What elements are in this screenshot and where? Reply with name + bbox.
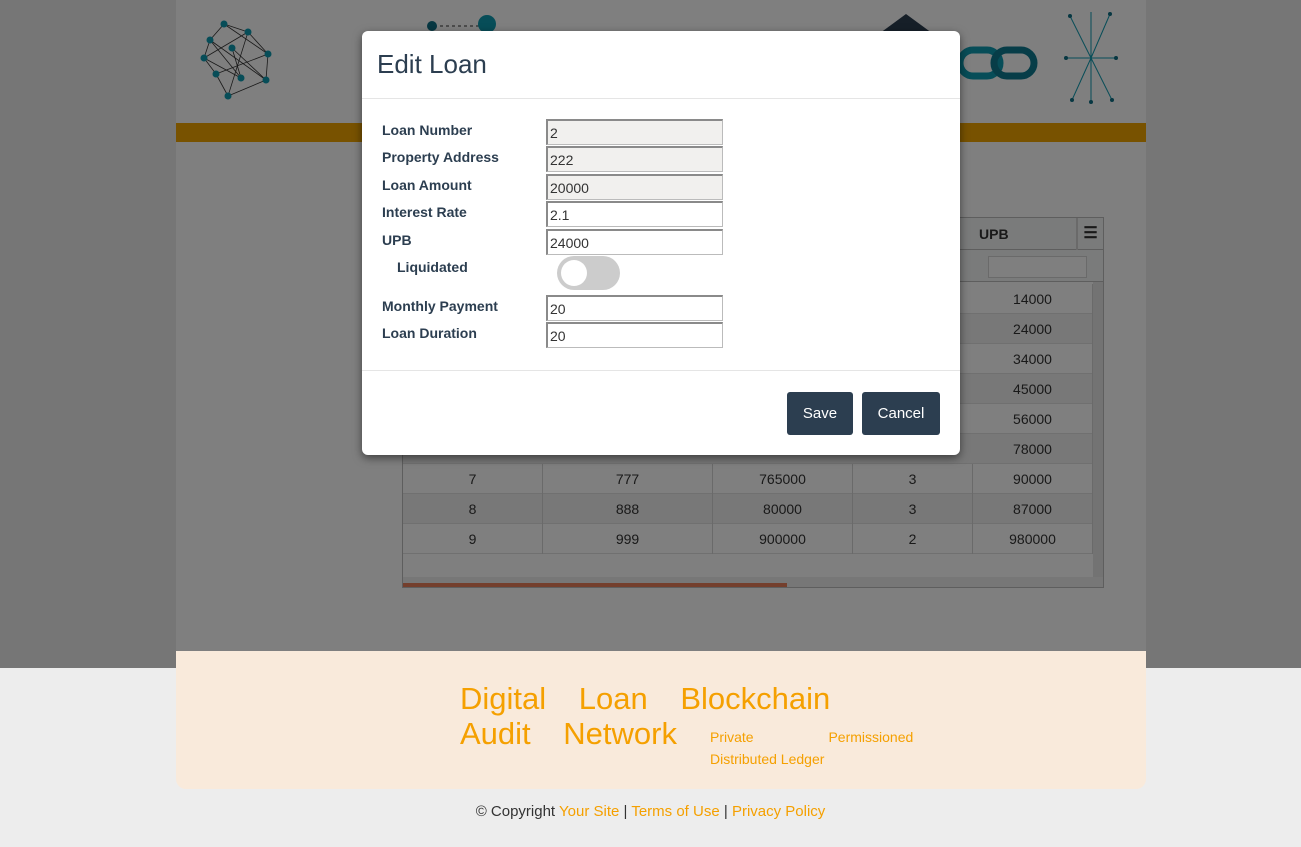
loan-number-field[interactable]: [546, 119, 723, 145]
save-button[interactable]: Save: [787, 392, 853, 435]
privacy-policy-link[interactable]: Privacy Policy: [732, 803, 825, 820]
loan-number-label: Loan Number: [382, 122, 473, 138]
liquidated-toggle[interactable]: [557, 256, 620, 290]
cancel-button[interactable]: Cancel: [862, 392, 940, 435]
modal-body: Loan Number Property Address Loan Amount…: [362, 99, 960, 371]
copyright-line: © Copyright Your Site | Terms of Use | P…: [0, 803, 1301, 820]
loan-amount-label: Loan Amount: [382, 177, 472, 193]
monthly-payment-label: Monthly Payment: [382, 298, 498, 314]
interest-rate-field[interactable]: [546, 201, 723, 227]
brand-title-line2: Audit Network: [460, 716, 677, 751]
loan-duration-label: Loan Duration: [382, 325, 477, 341]
footer-separator: |: [723, 803, 728, 820]
terms-of-use-link[interactable]: Terms of Use: [631, 803, 719, 820]
modal-title: Edit Loan: [377, 49, 487, 79]
loan-duration-field[interactable]: [546, 322, 723, 348]
footer-brand-panel: Digital Loan Blockchain Audit Network Pr…: [176, 651, 1146, 789]
monthly-payment-field[interactable]: [546, 295, 723, 321]
property-address-label: Property Address: [382, 149, 499, 165]
brand-tagline-line1: Private Permissioned: [710, 729, 914, 745]
modal-footer: Save Cancel: [362, 370, 960, 455]
edit-loan-modal: Edit Loan Loan Number Property Address L…: [362, 31, 960, 455]
loan-amount-field[interactable]: [546, 174, 723, 200]
property-address-field[interactable]: [546, 146, 723, 172]
brand-title-line1: Digital Loan Blockchain: [460, 681, 831, 716]
upb-label: UPB: [382, 232, 412, 248]
your-site-link[interactable]: Your Site: [559, 803, 619, 820]
copyright-text: © Copyright: [475, 803, 556, 820]
liquidated-label: Liquidated: [397, 259, 468, 275]
footer-separator: |: [623, 803, 628, 820]
upb-field[interactable]: [546, 229, 723, 255]
brand-tagline-line2: Distributed Ledger: [710, 751, 825, 767]
interest-rate-label: Interest Rate: [382, 204, 467, 220]
toggle-knob: [561, 260, 587, 286]
modal-header: Edit Loan: [362, 31, 960, 99]
